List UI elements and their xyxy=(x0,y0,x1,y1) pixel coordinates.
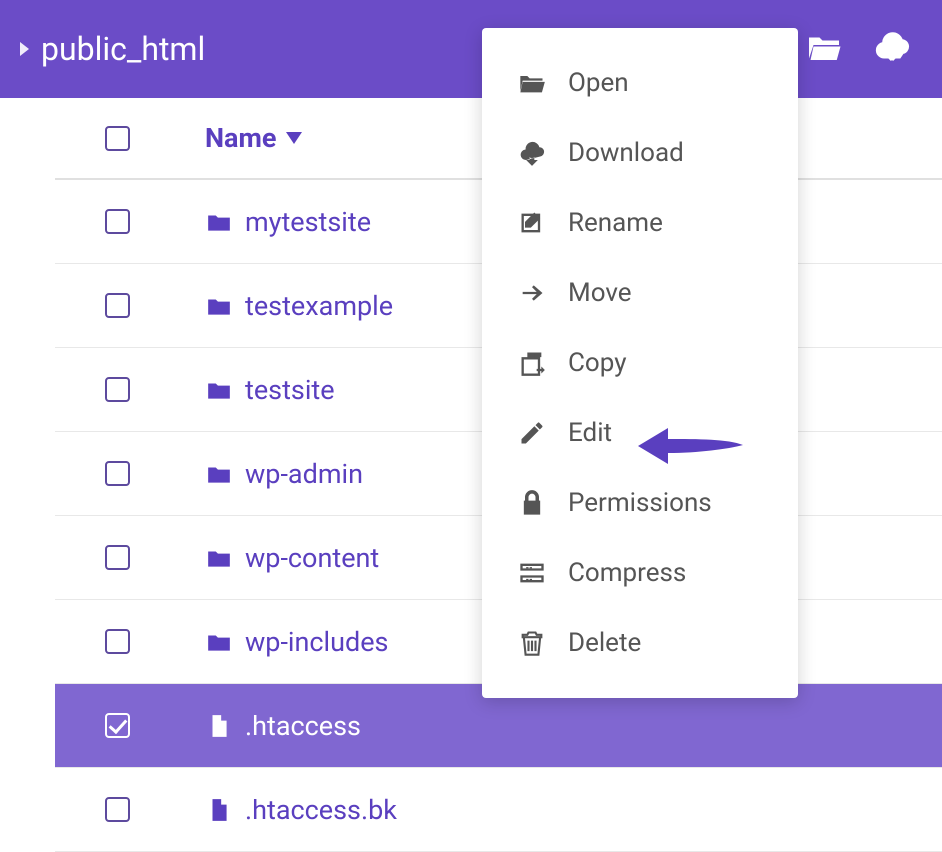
file-name[interactable]: wp-includes xyxy=(245,626,388,658)
folder-icon xyxy=(205,629,233,655)
arrow-right-icon xyxy=(518,279,546,307)
file-name[interactable]: wp-content xyxy=(245,542,379,574)
menu-label: Move xyxy=(568,278,632,308)
menu-label: Download xyxy=(568,138,684,168)
file-icon xyxy=(205,713,233,739)
menu-label: Delete xyxy=(568,628,641,658)
file-name[interactable]: testsite xyxy=(245,374,335,406)
header-actions xyxy=(804,30,912,66)
menu-item-open[interactable]: Open xyxy=(482,48,798,118)
open-folder-icon[interactable] xyxy=(804,30,844,66)
file-name[interactable]: testexample xyxy=(245,290,393,322)
folder-icon xyxy=(205,545,233,571)
folder-open-icon xyxy=(518,69,546,97)
trash-icon xyxy=(518,629,546,657)
menu-item-download[interactable]: Download xyxy=(482,118,798,188)
row-checkbox[interactable] xyxy=(105,545,130,570)
pencil-icon xyxy=(518,419,546,447)
breadcrumb-caret-icon xyxy=(20,42,29,56)
callout-arrow-icon xyxy=(638,425,743,471)
row-checkbox[interactable] xyxy=(105,377,130,402)
header-bar: public_html xyxy=(0,0,942,98)
menu-label: Permissions xyxy=(568,488,712,518)
copy-icon xyxy=(518,349,546,377)
compress-icon xyxy=(518,559,546,587)
file-name[interactable]: wp-admin xyxy=(245,458,363,490)
row-checkbox[interactable] xyxy=(105,461,130,486)
file-name[interactable]: .htaccess.bk xyxy=(245,794,397,826)
folder-icon xyxy=(205,209,233,235)
row-checkbox[interactable] xyxy=(105,797,130,822)
lock-icon xyxy=(518,489,546,517)
table-row[interactable]: .htaccess.bk xyxy=(55,768,942,852)
column-header-name[interactable]: Name xyxy=(205,122,302,154)
folder-icon xyxy=(205,293,233,319)
menu-label: Open xyxy=(568,68,629,98)
file-name[interactable]: .htaccess xyxy=(245,710,361,742)
file-name[interactable]: mytestsite xyxy=(245,206,371,238)
menu-item-copy[interactable]: Copy xyxy=(482,328,798,398)
menu-label: Compress xyxy=(568,558,686,588)
breadcrumb[interactable]: public_html xyxy=(41,30,205,68)
cloud-download-icon[interactable] xyxy=(872,30,912,66)
cloud-download-icon xyxy=(518,139,546,167)
menu-item-compress[interactable]: Compress xyxy=(482,538,798,608)
menu-item-delete[interactable]: Delete xyxy=(482,608,798,678)
row-checkbox[interactable] xyxy=(105,293,130,318)
select-all-checkbox[interactable] xyxy=(105,126,130,151)
menu-label: Edit xyxy=(568,418,612,448)
row-checkbox[interactable] xyxy=(105,713,130,738)
folder-icon xyxy=(205,377,233,403)
column-name-label: Name xyxy=(205,122,276,154)
row-checkbox[interactable] xyxy=(105,209,130,234)
menu-item-permissions[interactable]: Permissions xyxy=(482,468,798,538)
menu-label: Rename xyxy=(568,208,663,238)
file-icon xyxy=(205,797,233,823)
sort-descending-icon xyxy=(286,132,302,144)
menu-item-move[interactable]: Move xyxy=(482,258,798,328)
rename-icon xyxy=(518,209,546,237)
context-menu: Open Download Rename Move Copy Edit Perm… xyxy=(482,28,798,698)
menu-item-rename[interactable]: Rename xyxy=(482,188,798,258)
menu-label: Copy xyxy=(568,348,627,378)
folder-icon xyxy=(205,461,233,487)
row-checkbox[interactable] xyxy=(105,629,130,654)
